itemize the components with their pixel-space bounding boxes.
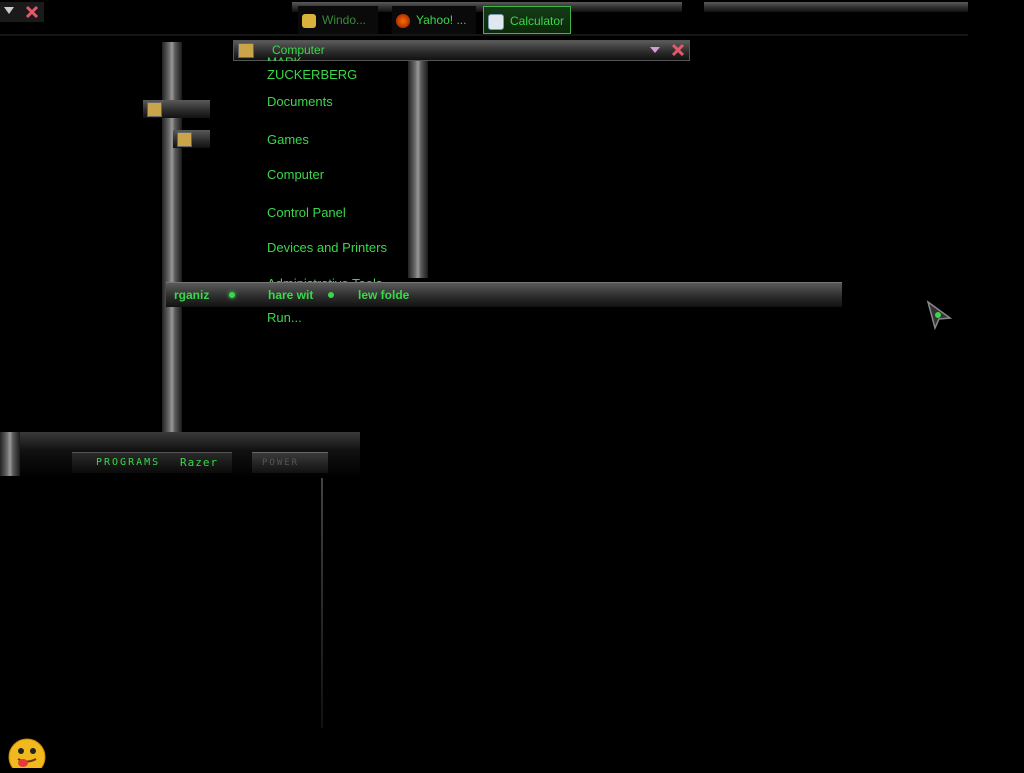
green-dot-icon bbox=[229, 292, 235, 298]
minimize-triangle-icon[interactable] bbox=[650, 47, 660, 53]
taskbar-item-yahoo[interactable]: Yahoo! ... bbox=[392, 6, 476, 34]
start-bar-end-cap bbox=[0, 432, 20, 476]
close-x-icon[interactable] bbox=[24, 4, 40, 20]
triangle-down-icon[interactable] bbox=[4, 7, 14, 14]
start-bar: PROGRAMS Razer POWER bbox=[0, 432, 360, 478]
menu-item-documents[interactable]: Documents bbox=[267, 94, 333, 109]
explorer-toolbar: rganiz hare wit lew folde bbox=[166, 282, 842, 307]
folder-icon bbox=[302, 13, 316, 28]
menu-item-control-panel[interactable]: Control Panel bbox=[267, 205, 346, 220]
emoji-tongue-icon[interactable] bbox=[8, 738, 46, 773]
folder-icon bbox=[177, 132, 192, 147]
taskbar-item-windows[interactable]: Windo... bbox=[298, 6, 378, 34]
programs-label: PROGRAMS bbox=[96, 457, 161, 468]
top-divider-line bbox=[0, 34, 968, 36]
power-label: POWER bbox=[262, 458, 300, 468]
taskbar-item-calculator[interactable]: Calculator bbox=[483, 6, 571, 34]
share-with-button[interactable]: hare wit bbox=[268, 288, 313, 302]
mouse-cursor-icon bbox=[926, 300, 953, 331]
user-name-line2[interactable]: ZUCKERBERG bbox=[267, 67, 357, 82]
menu-item-devices-printers[interactable]: Devices and Printers bbox=[267, 240, 387, 255]
green-dot-icon bbox=[328, 292, 334, 298]
taskbar-item-label: Yahoo! ... bbox=[416, 13, 467, 27]
programs-panel[interactable]: PROGRAMS Razer bbox=[72, 452, 232, 473]
vertical-divider bbox=[321, 470, 323, 728]
user-name-line1: MARK bbox=[267, 52, 302, 61]
top-left-controls bbox=[0, 2, 44, 22]
yahoo-icon bbox=[396, 13, 410, 28]
razer-brand: Razer bbox=[180, 456, 219, 469]
side-tab-2[interactable] bbox=[173, 130, 210, 148]
close-icon[interactable] bbox=[670, 42, 686, 58]
organize-button[interactable]: rganiz bbox=[174, 288, 209, 302]
menu-item-admin-tools[interactable]: Administrative Tools bbox=[267, 274, 382, 282]
menu-item-run[interactable]: Run... bbox=[267, 310, 302, 325]
menu-vertical-rail bbox=[408, 58, 428, 278]
calculator-icon bbox=[488, 13, 504, 30]
taskbar-item-label: Calculator bbox=[510, 14, 565, 28]
folder-icon bbox=[147, 102, 162, 117]
menu-item-computer[interactable]: Computer bbox=[267, 167, 324, 182]
side-tab-1[interactable] bbox=[143, 100, 210, 118]
power-button[interactable]: POWER bbox=[252, 452, 328, 473]
taskbar-strip-right bbox=[704, 2, 968, 12]
new-folder-button[interactable]: lew folde bbox=[358, 288, 409, 302]
taskbar-item-label: Windo... bbox=[322, 13, 367, 27]
menu-item-games[interactable]: Games bbox=[267, 132, 309, 147]
computer-icon bbox=[238, 43, 254, 58]
